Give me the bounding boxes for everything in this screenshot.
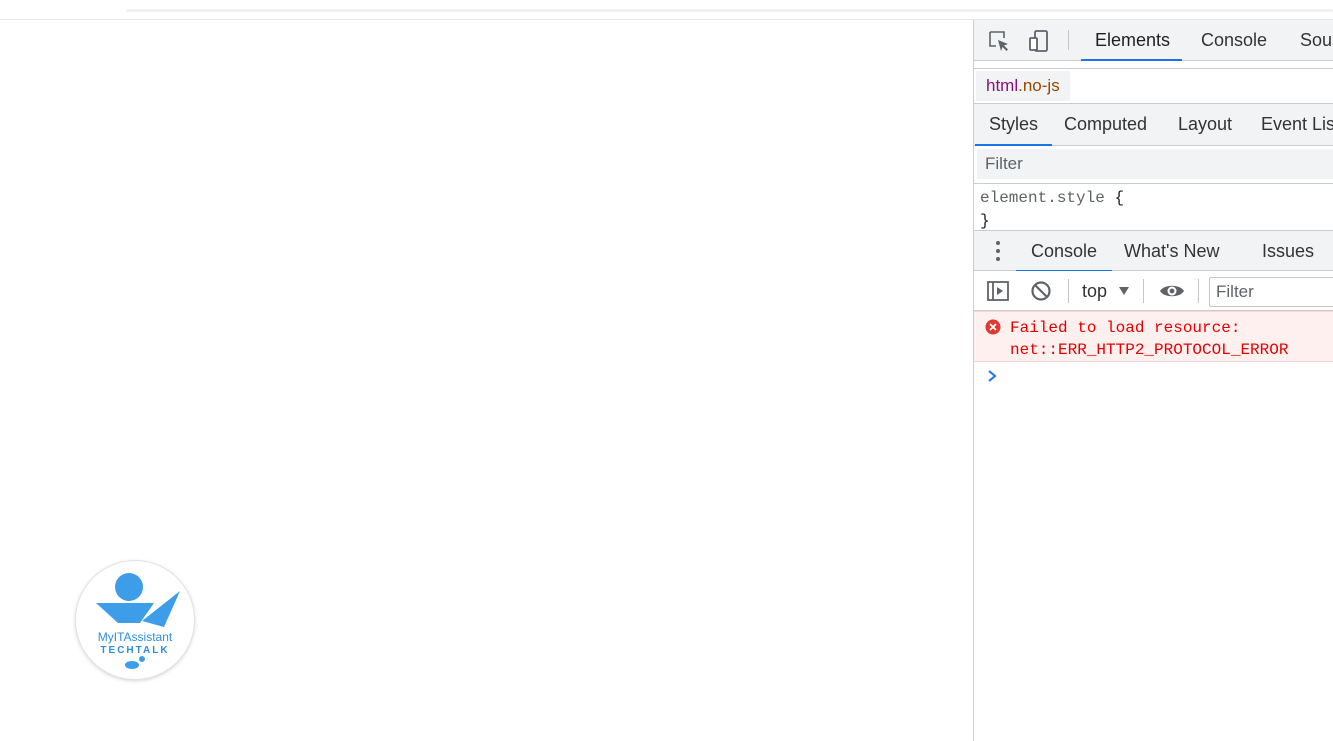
myitassistant-logo[interactable]: MyITAssistant TECHTALK [76,561,194,679]
drawer-tab-issues[interactable]: Issues [1262,231,1314,271]
console-toolbar-separator [1143,279,1144,303]
devtools-main-toolbar: Elements Console Sour [974,20,1333,61]
breadcrumb-class: .no-js [1018,76,1060,95]
drawer-tab-console[interactable]: Console [1015,231,1113,272]
live-expression-eye-icon[interactable] [1159,279,1184,303]
breadcrumb-item-html[interactable]: html.no-js [976,71,1070,101]
show-sidebar-icon[interactable] [986,279,1010,303]
device-toolbar-icon[interactable] [1027,29,1051,53]
error-icon [985,319,1001,335]
console-toolbar-separator [1068,279,1069,303]
breadcrumb-tag: html [986,76,1019,95]
toolbar-separator [1068,30,1069,50]
tab-sources[interactable]: Sour [1300,20,1333,61]
tab-styles[interactable]: Styles [974,104,1053,146]
more-options-icon[interactable] [994,240,1002,262]
console-prompt-icon[interactable] [987,369,999,383]
context-selector[interactable]: top [1082,271,1107,311]
drawer-tabbar: Console What's New Issues [974,230,1333,272]
drawer-tab-whats-new[interactable]: What's New [1124,231,1219,271]
devtools-panel: Elements Console Sour html.no-js Styles … [973,20,1333,741]
error-text: Failed to load resource:net::ERR_HTTP2_P… [1010,317,1288,361]
console-toolbar: top [974,271,1333,311]
browser-top-strip [0,0,1333,20]
console-filter-input[interactable] [1209,277,1333,307]
console-error-message[interactable]: Failed to load resource:net::ERR_HTTP2_P… [974,311,1333,362]
chevron-down-icon[interactable] [1118,284,1130,296]
styles-filter-bar [974,146,1333,184]
breadcrumb: html.no-js [974,68,1333,104]
style-rule: element.style { [980,187,1328,210]
styles-subtabs: Styles Computed Layout Event List [974,104,1333,146]
tab-event-listeners[interactable]: Event List [1261,104,1333,145]
logo-line2: TECHTALK [100,645,169,656]
tab-console[interactable]: Console [1201,20,1267,61]
error-line-1: Failed to load resource: [1010,319,1241,337]
clear-console-icon[interactable] [1029,279,1053,303]
console-toolbar-separator [1198,279,1199,303]
address-strip [126,9,1333,12]
inspect-element-icon[interactable] [987,29,1011,53]
styles-filter-input[interactable] [977,149,1333,179]
styles-pane: element.style { } [974,184,1333,230]
style-close-brace: } [980,212,990,230]
style-selector[interactable]: element.style [980,189,1105,207]
tab-computed[interactable]: Computed [1064,104,1147,145]
tab-elements[interactable]: Elements [1080,20,1183,61]
tab-layout[interactable]: Layout [1178,104,1232,145]
error-line-2: net::ERR_HTTP2_PROTOCOL_ERROR [1010,341,1289,359]
logo-graphic: MyITAssistant TECHTALK [96,573,180,669]
logo-line1: MyITAssistant [98,630,173,644]
style-open-brace: { [1114,189,1125,207]
